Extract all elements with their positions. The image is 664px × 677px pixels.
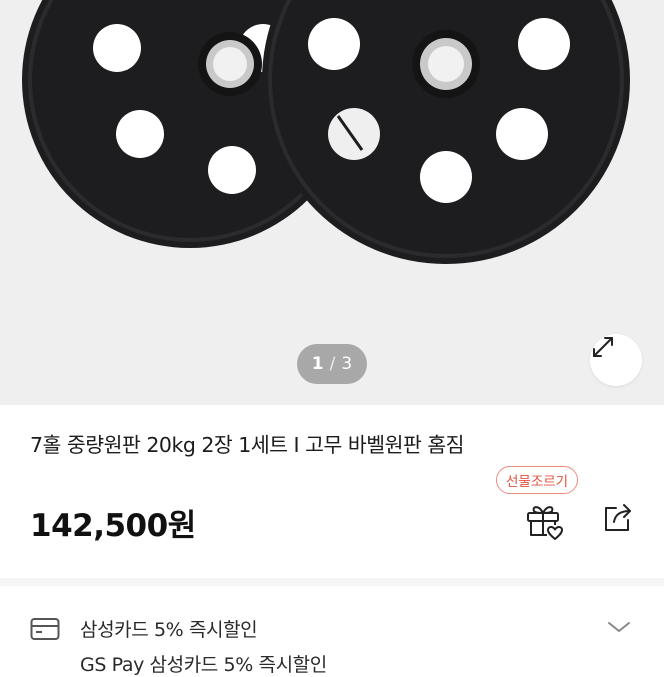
- product-price: 142,500원: [30, 508, 196, 544]
- gift-icon[interactable]: [522, 497, 566, 541]
- chevron-down-icon[interactable]: [606, 619, 632, 635]
- share-icon[interactable]: [600, 500, 636, 536]
- image-counter-separator: /: [329, 354, 336, 374]
- credit-card-icon: [30, 618, 60, 640]
- card-benefit-row[interactable]: 삼성카드 5% 즉시할인: [0, 605, 664, 653]
- expand-icon: [593, 337, 613, 357]
- expand-image-button[interactable]: [590, 334, 642, 386]
- card-benefit-text: 삼성카드 5% 즉시할인: [80, 619, 258, 641]
- section-divider: [0, 578, 664, 586]
- image-counter-current: 1: [311, 354, 324, 374]
- gift-request-badge[interactable]: 선물조르기: [496, 466, 579, 494]
- product-title: 7홀 중량원판 20kg 2장 1세트 I 고무 바벨원판 홈짐: [30, 433, 465, 457]
- image-counter-total: 3: [341, 354, 353, 374]
- product-image-carousel[interactable]: 1 / 3: [0, 0, 664, 405]
- image-counter: 1 / 3: [297, 344, 367, 384]
- front-plate: [262, 0, 630, 264]
